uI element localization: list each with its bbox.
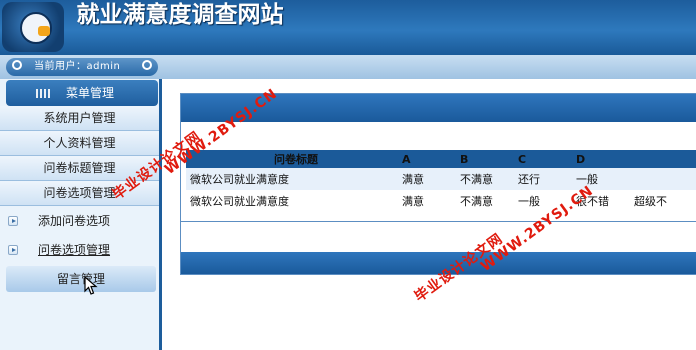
sidebar-item-system-users[interactable]: 系统用户管理 — [0, 106, 159, 131]
subitem-label: 问卷选项管理 — [38, 243, 111, 257]
cell-title: 微软公司就业满意度 — [186, 168, 402, 190]
app-header: 就业满意度调查网站 — [0, 0, 696, 55]
cell-option-extra: 超级不 — [634, 190, 696, 212]
pin-icon — [142, 60, 152, 70]
pin-icon — [12, 60, 22, 70]
column-header-a: A — [402, 150, 460, 168]
site-logo — [2, 2, 64, 52]
sidebar-divider — [159, 79, 162, 350]
cell-title: 微软公司就业满意度 — [186, 190, 402, 212]
cell-option-b: 不满意 — [460, 168, 518, 190]
cell-option-b: 不满意 — [460, 190, 518, 212]
cell-option-c: 还行 — [518, 168, 576, 190]
menu-header-label: 菜单管理 — [66, 86, 115, 100]
survey-options-table: 问卷标题 A B C D 微软公司就业满意度 满意 不满意 还行 一般 微软公司… — [186, 150, 696, 212]
message-management-button[interactable]: 留言管理 — [6, 266, 156, 292]
cell-option-a: 满意 — [402, 168, 460, 190]
cell-option-extra — [634, 168, 696, 190]
arrow-right-icon — [8, 245, 18, 255]
sidebar-item-profile[interactable]: 个人资料管理 — [0, 131, 159, 156]
table-row[interactable]: 微软公司就业满意度 满意 不满意 一般 很不错 超级不 — [186, 190, 696, 212]
site-title: 就业满意度调查网站 — [76, 1, 284, 28]
column-header-d: D — [576, 150, 634, 168]
column-header-c: C — [518, 150, 576, 168]
grid-icon — [36, 89, 50, 98]
user-bar: 当前用户：admin — [0, 55, 696, 79]
sidebar-subitem-manage-options[interactable]: 问卷选项管理 — [0, 237, 159, 263]
table-row[interactable]: 微软公司就业满意度 满意 不满意 还行 一般 — [186, 168, 696, 190]
panel-divider — [181, 221, 696, 222]
table-header-row: 问卷标题 A B C D — [186, 150, 696, 168]
mouse-cursor-icon — [84, 276, 98, 295]
menu-header[interactable]: 菜单管理 — [6, 80, 158, 106]
column-header-b: B — [460, 150, 518, 168]
sidebar-subitem-add-option[interactable]: 添加问卷选项 — [0, 208, 159, 234]
cell-option-a: 满意 — [402, 190, 460, 212]
current-user-badge: 当前用户：admin — [6, 58, 158, 76]
arrow-right-icon — [8, 216, 18, 226]
sidebar: 菜单管理 系统用户管理 个人资料管理 问卷标题管理 问卷选项管理 添加问卷选项 … — [0, 79, 162, 350]
current-user-label: 当前用户：admin — [34, 61, 121, 72]
column-header-extra — [634, 150, 696, 168]
column-header-title: 问卷标题 — [186, 150, 402, 168]
subitem-label: 添加问卷选项 — [38, 214, 111, 228]
